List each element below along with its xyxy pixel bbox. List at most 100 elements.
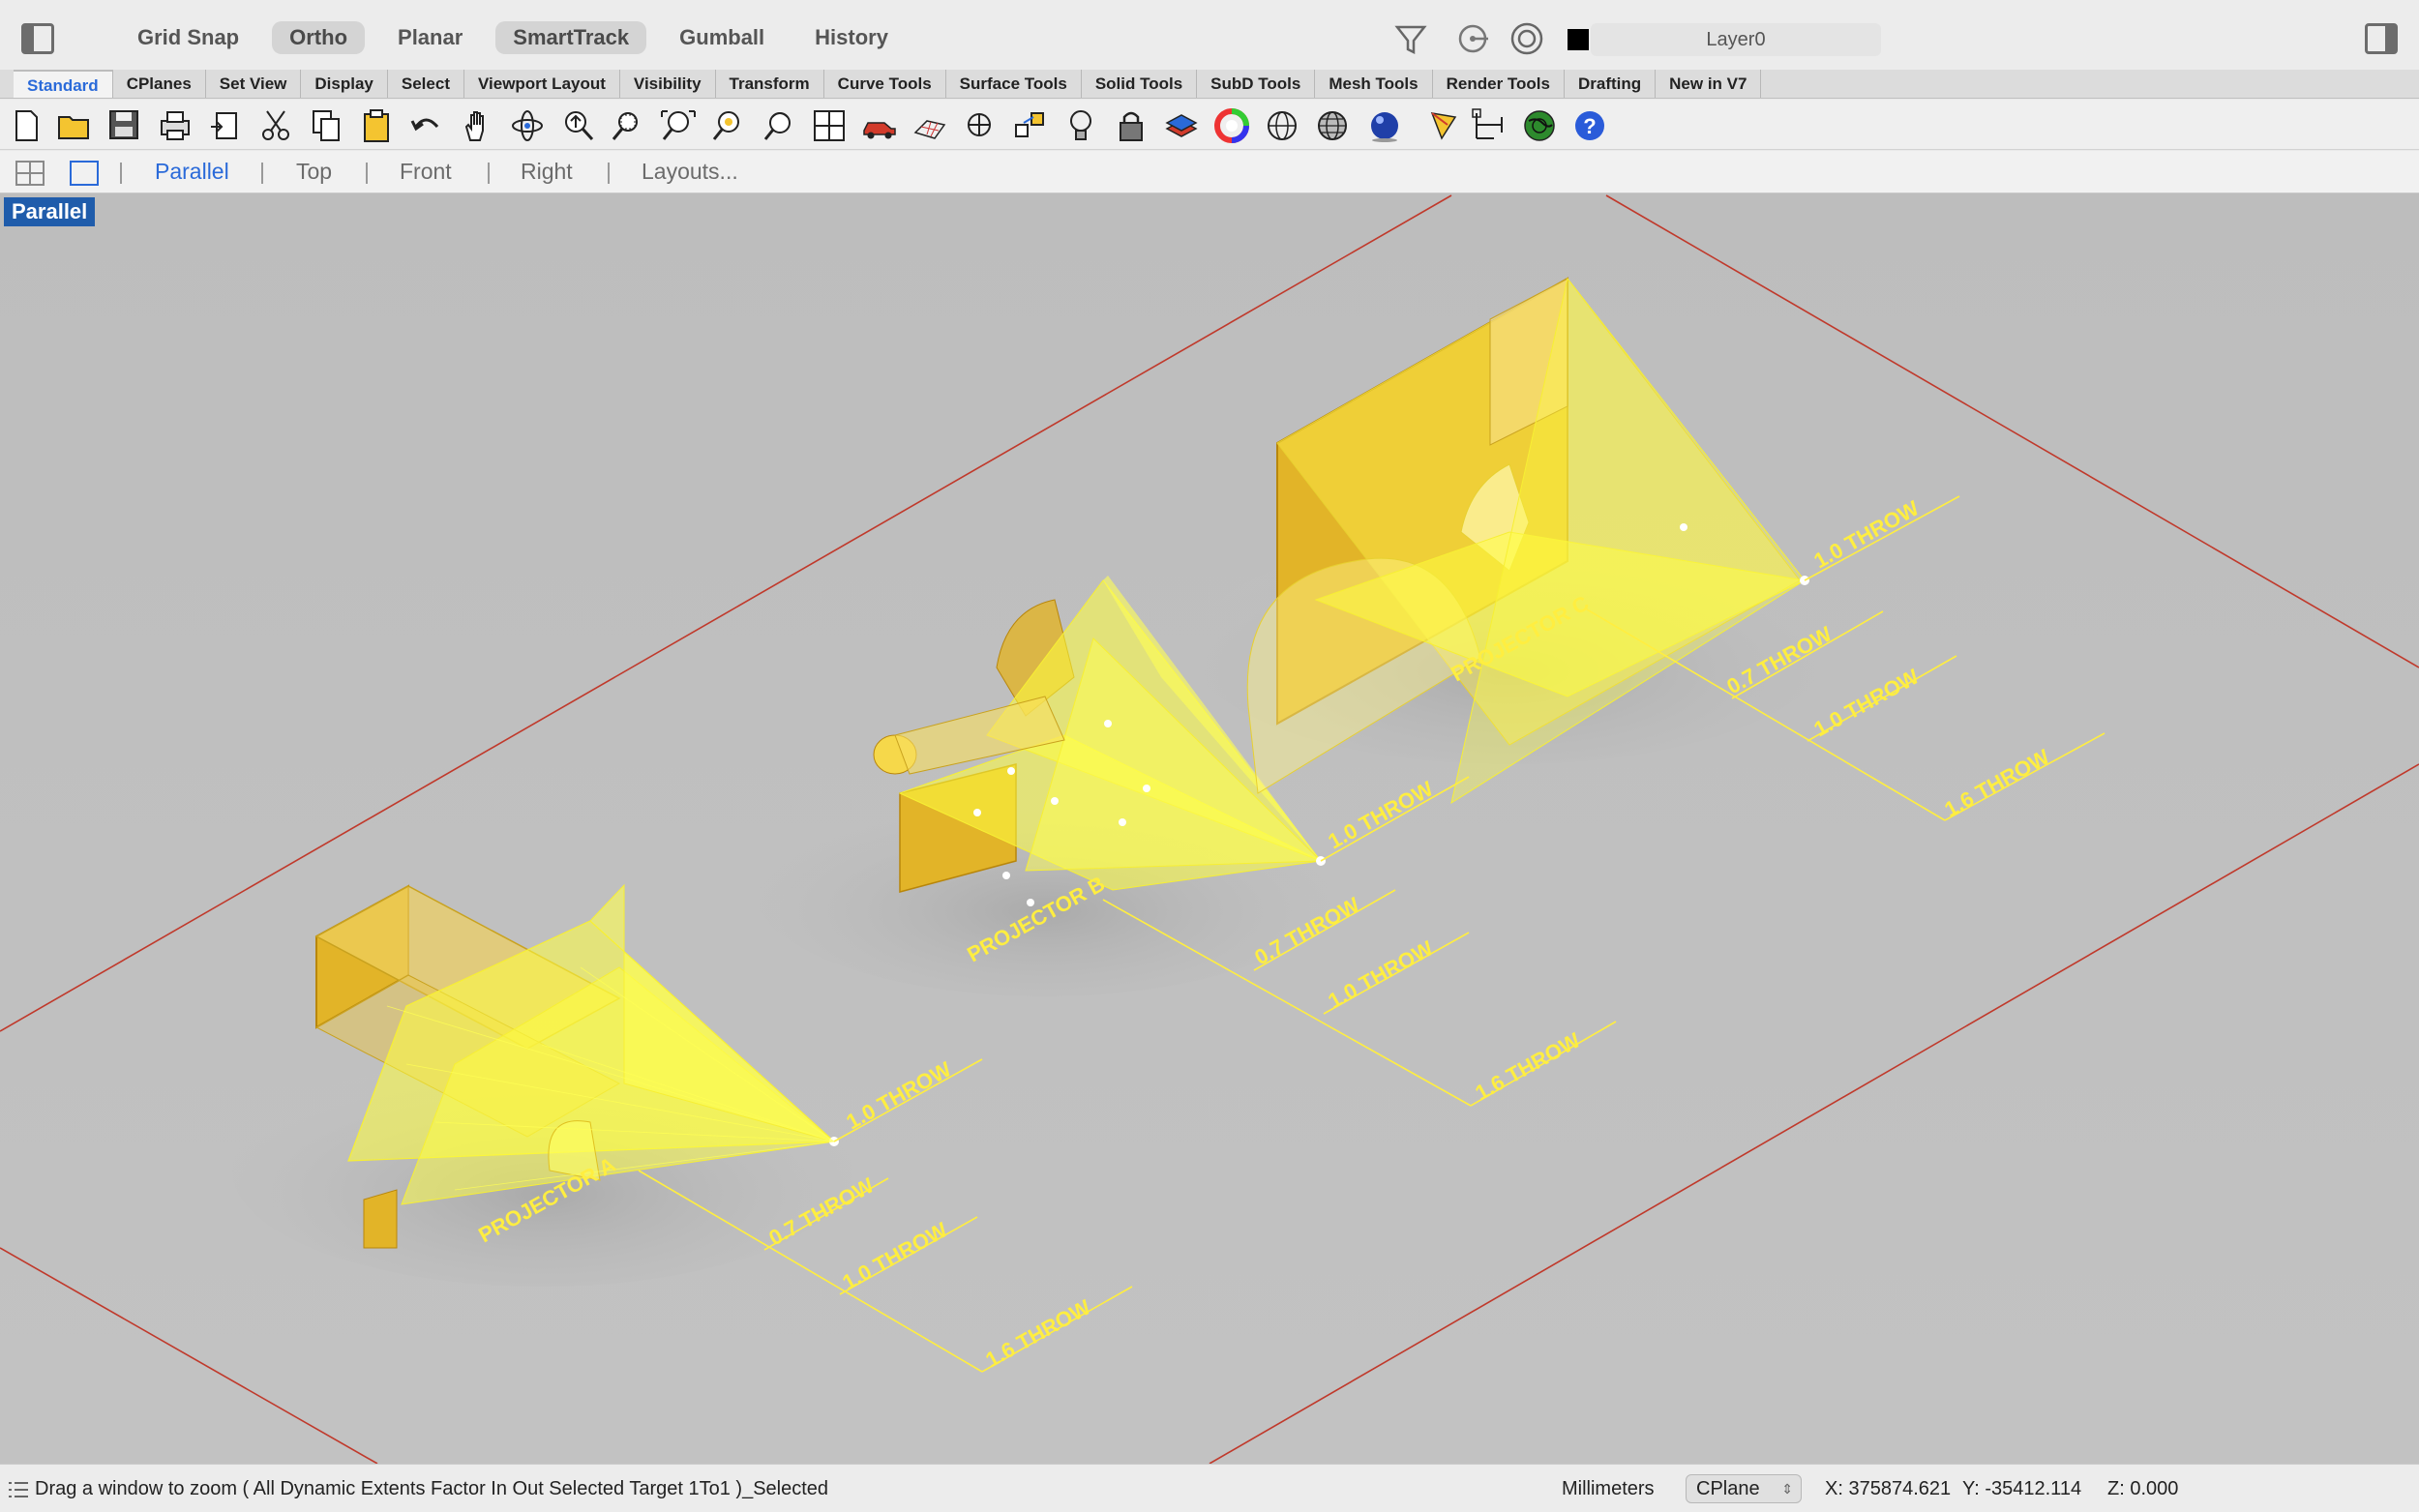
separator <box>120 163 122 184</box>
viewport-title[interactable]: Parallel <box>4 197 96 226</box>
cplane-select[interactable]: CPlane ⇕ <box>1686 1474 1802 1503</box>
toolbar-tabs: Standard CPlanes Set View Display Select… <box>0 70 2419 99</box>
scene-canvas: PROJECTOR A 1.0 THROW 0.7 THROW 1.0 THRO… <box>0 194 2419 1464</box>
label-a-10-throw: 1.0 THROW <box>838 1217 951 1294</box>
point-icon[interactable] <box>962 107 999 144</box>
copy-icon[interactable] <box>308 107 344 144</box>
record-icon[interactable] <box>1508 19 1546 58</box>
coord-y: Y: -35412.114 <box>1962 1478 2082 1499</box>
zoom-selected-icon[interactable] <box>710 107 747 144</box>
render-icon[interactable] <box>1426 107 1463 144</box>
tab-surface-tools[interactable]: Surface Tools <box>946 70 1082 98</box>
rotate-view-icon[interactable] <box>509 107 546 144</box>
top-bar: Grid Snap Ortho Planar SmartTrack Gumbal… <box>0 0 2419 74</box>
tab-solid-tools[interactable]: Solid Tools <box>1082 70 1198 98</box>
grid-snap-toggle[interactable]: Grid Snap <box>120 21 256 54</box>
history-toggle[interactable]: History <box>797 21 906 54</box>
light-icon[interactable] <box>1062 107 1099 144</box>
help-icon[interactable]: ? <box>1571 107 1608 144</box>
layouts-menu[interactable]: Layouts... <box>642 157 738 186</box>
rhino-window: Grid Snap Ortho Planar SmartTrack Gumbal… <box>0 0 2419 1512</box>
label-c-10-throw: 1.0 THROW <box>1809 664 1923 741</box>
command-prompt: Drag a window to zoom ( All Dynamic Exte… <box>35 1478 829 1499</box>
tab-new-in-v7[interactable]: New in V7 <box>1656 70 1762 98</box>
chevron-updown-icon: ⇕ <box>1781 1481 1793 1497</box>
tab-set-view[interactable]: Set View <box>206 70 302 98</box>
modeling-aids: Grid Snap Ortho Planar SmartTrack Gumbal… <box>120 21 906 54</box>
units-label[interactable]: Millimeters <box>1562 1478 1655 1500</box>
right-sidebar-icon[interactable] <box>2365 23 2398 54</box>
left-sidebar-icon[interactable] <box>21 23 54 54</box>
four-viewports-icon[interactable] <box>811 107 848 144</box>
label-b-16-throw: 1.6 THROW <box>1471 1027 1584 1105</box>
tab-display[interactable]: Display <box>301 70 388 98</box>
filter-icon[interactable] <box>1391 19 1430 58</box>
gumball-toggle[interactable]: Gumball <box>662 21 782 54</box>
tab-render-tools[interactable]: Render Tools <box>1433 70 1565 98</box>
print-icon[interactable] <box>157 107 194 144</box>
coord-z: Z: 0.000 <box>2107 1478 2179 1499</box>
viewport-tab-top[interactable]: Top <box>296 157 332 186</box>
lock-icon[interactable] <box>1113 107 1150 144</box>
standard-toolbar: ? <box>0 100 2419 150</box>
viewport-parallel[interactable]: PROJECTOR A 1.0 THROW 0.7 THROW 1.0 THRO… <box>0 193 2419 1464</box>
coord-x: X: 375874.621 <box>1825 1478 1952 1499</box>
tab-drafting[interactable]: Drafting <box>1565 70 1657 98</box>
viewport-tabs: Parallel Top Front Right Layouts... <box>0 151 2419 193</box>
separator <box>608 163 610 184</box>
save-icon[interactable] <box>106 107 143 144</box>
label-c-10-throw-top: 1.0 THROW <box>1809 495 1923 573</box>
ortho-toggle[interactable]: Ortho <box>272 21 366 54</box>
tab-subd-tools[interactable]: SubD Tools <box>1197 70 1316 98</box>
label-b-10-throw: 1.0 THROW <box>1324 935 1437 1013</box>
tab-mesh-tools[interactable]: Mesh Tools <box>1315 70 1433 98</box>
cut-icon[interactable] <box>257 107 294 144</box>
svg-text:?: ? <box>1583 114 1596 138</box>
smarttrack-toggle[interactable]: SmartTrack <box>495 21 647 54</box>
tab-cplanes[interactable]: CPlanes <box>113 70 206 98</box>
separator <box>488 163 490 184</box>
undo-icon[interactable] <box>408 107 445 144</box>
paste-icon[interactable] <box>358 107 395 144</box>
zoom-dynamic-icon[interactable] <box>559 107 596 144</box>
label-b-10-throw-top: 1.0 THROW <box>1324 776 1437 853</box>
tab-visibility[interactable]: Visibility <box>620 70 716 98</box>
current-layer-field[interactable]: Layer0 <box>1591 23 1881 56</box>
grid-surface-icon[interactable] <box>911 107 948 144</box>
globe-icon[interactable] <box>1521 107 1558 144</box>
layer-icon[interactable] <box>1163 107 1200 144</box>
shaded-sphere-icon[interactable] <box>1314 107 1351 144</box>
cplane-value: CPlane <box>1696 1478 1760 1499</box>
viewport-tab-right[interactable]: Right <box>521 157 573 186</box>
undo-view-icon[interactable] <box>761 107 797 144</box>
tab-select[interactable]: Select <box>388 70 464 98</box>
planar-toggle[interactable]: Planar <box>380 21 480 54</box>
layer-color-swatch[interactable] <box>1568 29 1589 50</box>
pan-icon[interactable] <box>459 107 495 144</box>
tab-curve-tools[interactable]: Curve Tools <box>824 70 946 98</box>
dimension-icon[interactable] <box>1471 107 1508 144</box>
new-icon[interactable] <box>8 107 45 144</box>
open-icon[interactable] <box>56 107 93 144</box>
separator <box>366 163 368 184</box>
tab-transform[interactable]: Transform <box>716 70 824 98</box>
label-a-10-throw-top: 1.0 THROW <box>842 1056 955 1134</box>
color-wheel-icon[interactable] <box>1213 107 1250 144</box>
label-a-16-throw: 1.6 THROW <box>981 1294 1094 1372</box>
command-history-icon[interactable] <box>8 1481 29 1498</box>
zoom-window-icon[interactable] <box>610 107 646 144</box>
wireframe-sphere-icon[interactable] <box>1264 107 1300 144</box>
single-viewport-layout-icon[interactable] <box>70 161 99 186</box>
import-icon[interactable] <box>207 107 244 144</box>
snap-target-icon[interactable] <box>1453 19 1492 58</box>
tab-standard[interactable]: Standard <box>14 70 113 98</box>
render-sphere-icon[interactable] <box>1366 107 1403 144</box>
move-icon[interactable] <box>1012 107 1049 144</box>
tab-viewport-layout[interactable]: Viewport Layout <box>464 70 620 98</box>
zoom-extents-icon[interactable] <box>660 107 697 144</box>
viewport-tab-front[interactable]: Front <box>400 157 452 186</box>
four-viewports-layout-icon[interactable] <box>15 161 45 186</box>
separator <box>261 163 263 184</box>
viewport-tab-parallel[interactable]: Parallel <box>155 157 229 186</box>
car-icon[interactable] <box>861 107 898 144</box>
